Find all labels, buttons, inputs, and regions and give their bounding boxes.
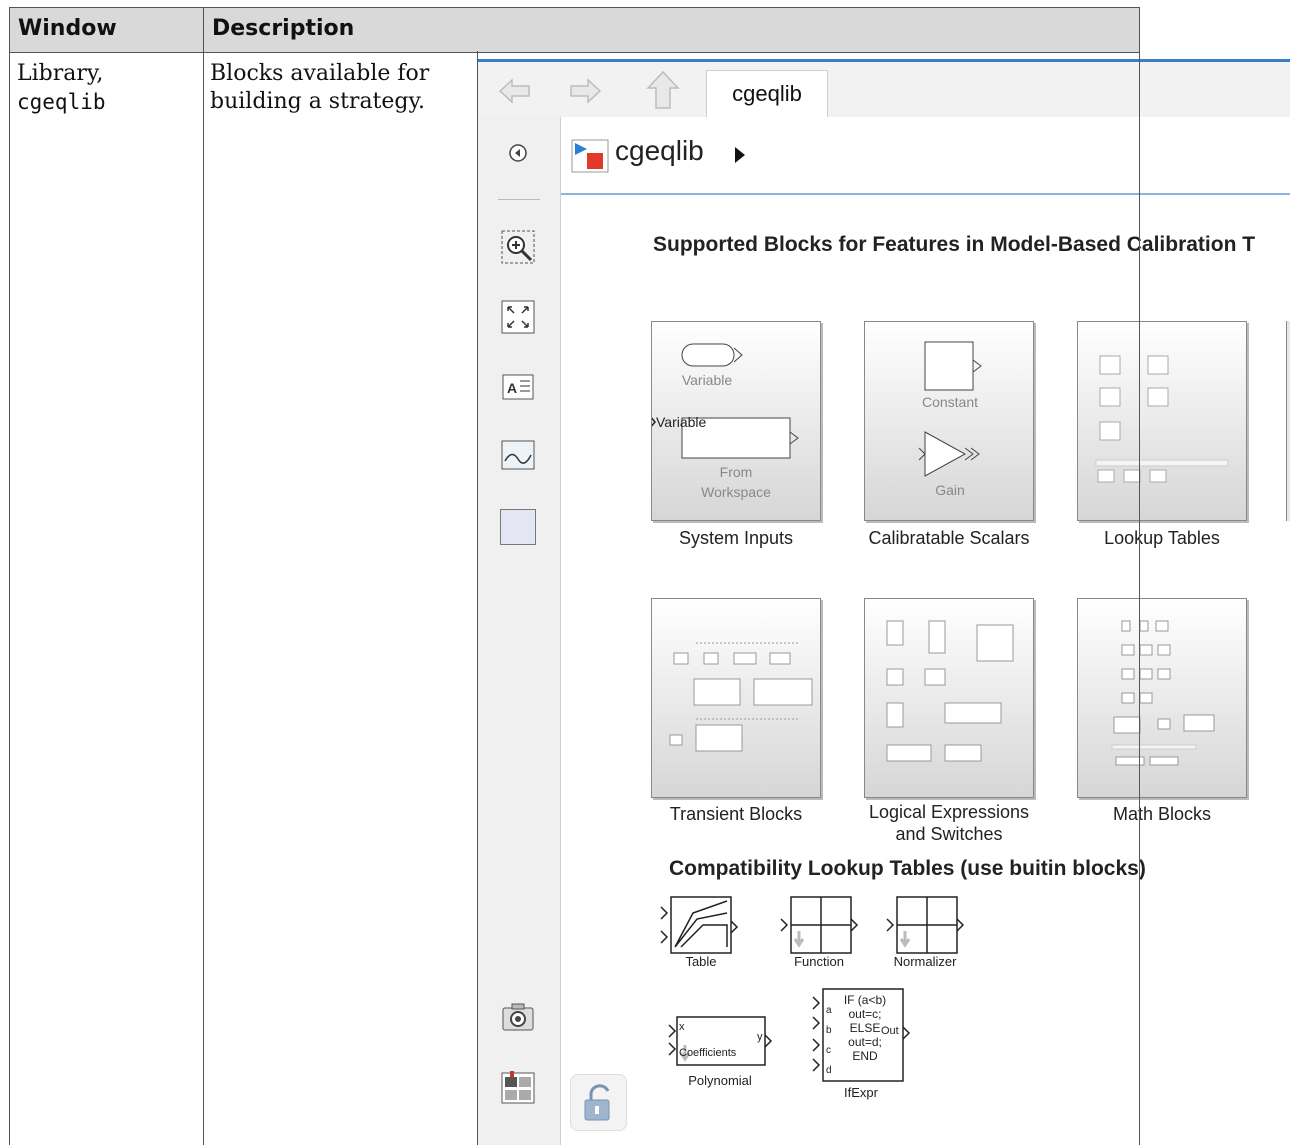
transient-blocks-preview xyxy=(669,642,813,752)
label-system-inputs: System Inputs xyxy=(678,528,794,548)
model-path-title[interactable]: cgeqlib xyxy=(615,135,704,167)
svg-text:A: A xyxy=(507,380,517,396)
block-system-inputs[interactable]: Variable Variable From Workspace xyxy=(649,321,821,521)
left-toolbar: A xyxy=(478,117,561,1145)
ifexpr-code-line-4: out=d; xyxy=(848,1035,882,1049)
from-workspace-label: From Workspace xyxy=(676,462,796,502)
ifexpr-port-b: b xyxy=(826,1025,832,1036)
math-blocks-preview xyxy=(1111,620,1215,766)
block-math[interactable] xyxy=(1077,598,1247,798)
tab-cgeqlib[interactable]: cgeqlib xyxy=(706,70,828,118)
block-partial-cut-off xyxy=(1286,321,1290,521)
from-workspace-line-1: From xyxy=(719,464,753,480)
polynomial-coefficients-label: Coefficients xyxy=(679,1047,737,1059)
table-header-row: Window Description xyxy=(9,7,1140,53)
gain-label: Gain xyxy=(935,482,965,498)
table-divider-1 xyxy=(203,51,204,1145)
forward-arrow-icon[interactable] xyxy=(568,76,602,106)
model-icon xyxy=(571,139,609,173)
polynomial-port-x: x xyxy=(679,1021,685,1033)
up-arrow-icon[interactable] xyxy=(646,70,680,110)
library-browser-screenshot: cgeqlib A cgeqlib Supported Blocks for F… xyxy=(478,59,1290,1145)
table-block-label: Table xyxy=(685,954,717,969)
ifexpr-code-line-5: END xyxy=(852,1049,878,1063)
ifexpr-port-a: a xyxy=(826,1005,832,1016)
logical-expressions-preview xyxy=(886,620,1014,762)
label-calibratable-scalars: Calibratable Scalars xyxy=(868,528,1030,548)
logical-expressions-line-2: and Switches xyxy=(895,824,1003,844)
label-lookup-tables: Lookup Tables xyxy=(1104,528,1220,548)
ifexpr-ports: a b c d xyxy=(826,1001,832,1081)
property-inspector-icon[interactable] xyxy=(500,1069,536,1105)
zoom-icon[interactable] xyxy=(500,229,536,265)
from-workspace-line-2: Workspace xyxy=(701,484,771,500)
ifexpr-block-label: IfExpr xyxy=(844,1085,878,1100)
ifexpr-code-line-2: out=c; xyxy=(848,1007,882,1021)
label-math-blocks: Math Blocks xyxy=(1112,804,1212,824)
model-canvas: Supported Blocks for Features in Model-B… xyxy=(561,195,1290,1145)
screenshot-icon[interactable] xyxy=(500,999,536,1035)
header-window: Window xyxy=(10,8,204,52)
label-logical-expressions: Logical Expressions and Switches xyxy=(839,801,1059,845)
block-lookup-tables[interactable] xyxy=(1077,321,1247,521)
ifexpr-port-out: Out xyxy=(881,1025,899,1037)
description-line-2: building a strategy. xyxy=(210,89,426,114)
address-bar: cgeqlib xyxy=(561,117,1290,195)
constant-label: Constant xyxy=(921,394,979,410)
unlock-icon xyxy=(584,1084,610,1121)
lookup-tables-preview xyxy=(1095,355,1229,483)
block-logical-expressions[interactable] xyxy=(864,598,1034,798)
lock-button[interactable] xyxy=(570,1074,627,1131)
polynomial-block-label: Polynomial xyxy=(688,1073,752,1088)
image-icon[interactable] xyxy=(500,437,536,473)
block-calibratable-scalars[interactable]: Constant Gain xyxy=(864,321,1034,521)
path-chevron-icon[interactable] xyxy=(733,145,747,165)
back-arrow-icon[interactable] xyxy=(498,76,532,106)
toolbar-divider xyxy=(498,199,540,200)
header-description: Description xyxy=(212,16,355,41)
variable-block-label: Variable xyxy=(681,372,733,388)
hide-explorer-icon[interactable] xyxy=(500,135,536,171)
table-border-left xyxy=(9,7,10,1145)
variable-port-label: Variable xyxy=(656,414,707,430)
normalizer-block-label: Normalizer xyxy=(893,954,957,969)
function-block-label: Function xyxy=(794,954,844,969)
logical-expressions-line-1: Logical Expressions xyxy=(868,802,1030,822)
description-line-1: Blocks available for xyxy=(210,61,430,86)
ifexpr-port-c: c xyxy=(826,1045,831,1056)
window-name: Library, xyxy=(17,61,104,86)
cell-window: Library, cgeqlib xyxy=(17,60,106,116)
window-library-code: cgeqlib xyxy=(17,90,106,114)
annotation-icon[interactable]: A xyxy=(500,369,536,405)
area-icon[interactable] xyxy=(500,509,536,545)
navigation-bar: cgeqlib xyxy=(478,62,1290,118)
block-transient[interactable] xyxy=(651,598,821,798)
ifexpr-port-d: d xyxy=(826,1065,832,1076)
canvas-title: Supported Blocks for Features in Model-B… xyxy=(653,233,1256,256)
ifexpr-code-line-1: IF (a<b) xyxy=(843,993,887,1007)
compatibility-section-title: Compatibility Lookup Tables (use buitin … xyxy=(669,857,1146,880)
table-border-right-overlay xyxy=(1139,59,1140,1145)
collapse-icon[interactable] xyxy=(500,1139,536,1145)
fit-view-icon[interactable] xyxy=(500,299,536,335)
polynomial-port-y: y xyxy=(757,1031,763,1043)
label-transient-blocks: Transient Blocks xyxy=(669,804,803,824)
cell-description: Blocks available for building a strategy… xyxy=(210,60,429,116)
